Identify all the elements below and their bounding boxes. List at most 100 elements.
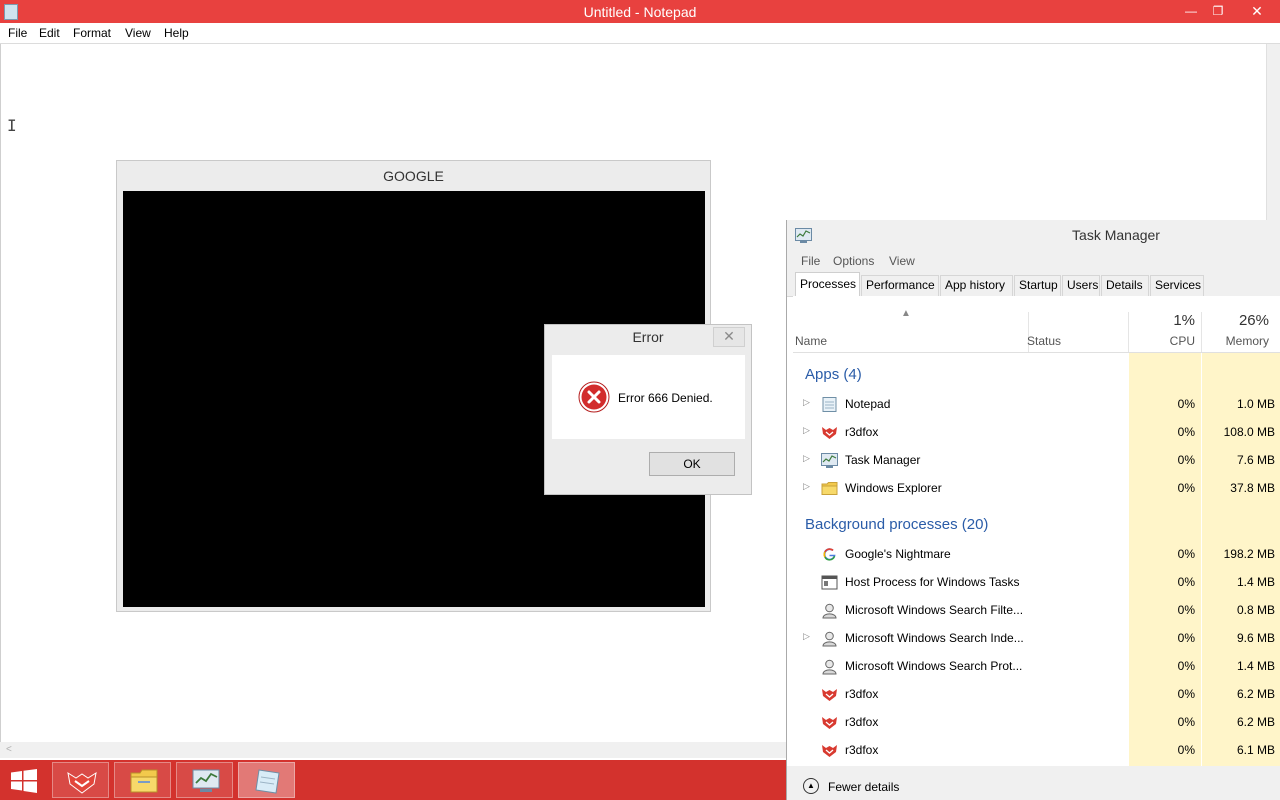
tab-details[interactable]: Details xyxy=(1101,275,1149,296)
file-explorer-icon xyxy=(130,769,158,793)
process-row[interactable]: Host Process for Windows Tasks 0% 1.4 MB xyxy=(793,568,1280,596)
scroll-left-icon[interactable]: < xyxy=(6,742,12,758)
cpu-total-percent[interactable]: 1% xyxy=(1133,312,1195,329)
taskbar xyxy=(0,760,786,800)
task-manager-icon xyxy=(192,769,220,792)
process-row[interactable]: ▷ r3dfox 0% 108.0 MB xyxy=(793,418,1280,446)
chevron-up-icon[interactable]: ▲ xyxy=(803,778,819,794)
ok-button[interactable]: OK xyxy=(649,452,735,476)
start-icon[interactable] xyxy=(10,769,38,793)
tm-menu-view[interactable]: View xyxy=(889,254,915,268)
process-name: Task Manager xyxy=(845,453,921,467)
process-row[interactable]: Microsoft Windows Search Prot... 0% 1.4 … xyxy=(793,652,1280,680)
process-cpu: 0% xyxy=(1177,575,1195,589)
expand-icon[interactable]: ▷ xyxy=(803,631,810,642)
taskbar-file-explorer-button[interactable] xyxy=(114,762,171,798)
process-row[interactable]: Microsoft Windows Search Filte... 0% 0.8… xyxy=(793,596,1280,624)
process-name: Microsoft Windows Search Inde... xyxy=(845,631,1024,645)
process-cpu: 0% xyxy=(1177,425,1195,439)
process-row[interactable]: ▷ Task Manager 0% 7.6 MB xyxy=(793,446,1280,474)
process-cpu: 0% xyxy=(1177,687,1195,701)
tab-processes[interactable]: Processes xyxy=(795,272,860,297)
process-memory: 108.0 MB xyxy=(1223,425,1275,439)
column-divider xyxy=(1201,312,1202,352)
process-name: Microsoft Windows Search Prot... xyxy=(845,659,1023,673)
search-user-icon xyxy=(822,631,837,647)
process-row[interactable]: Google's Nightmare 0% 198.2 MB xyxy=(793,540,1280,568)
column-header-memory[interactable]: Memory xyxy=(1205,334,1269,348)
tab-services[interactable]: Services xyxy=(1150,275,1204,296)
vertical-scrollbar[interactable] xyxy=(1266,44,1280,222)
window-title: Untitled - Notepad xyxy=(583,4,697,20)
expand-icon[interactable]: ▷ xyxy=(803,397,810,408)
process-memory: 9.6 MB xyxy=(1236,631,1275,645)
task-manager-menu-bar: File Options View xyxy=(787,250,1280,272)
process-memory: 1.0 MB xyxy=(1236,397,1275,411)
process-cpu: 0% xyxy=(1177,631,1195,645)
search-user-icon xyxy=(822,659,837,675)
horizontal-scrollbar[interactable]: < xyxy=(0,742,786,758)
tab-performance[interactable]: Performance xyxy=(861,275,939,296)
error-message: Error 666 Denied. xyxy=(618,391,713,405)
process-memory: 7.6 MB xyxy=(1236,453,1275,467)
task-manager-title-bar[interactable]: Task Manager xyxy=(787,220,1280,250)
minimize-button[interactable]: — xyxy=(1176,0,1206,23)
process-name: Host Process for Windows Tasks xyxy=(845,575,1020,589)
column-header-cpu[interactable]: CPU xyxy=(1133,334,1195,348)
process-name: Google's Nightmare xyxy=(845,547,951,561)
process-memory: 6.2 MB xyxy=(1236,715,1275,729)
process-memory: 37.8 MB xyxy=(1230,481,1275,495)
menu-view[interactable]: View xyxy=(125,26,151,40)
background-group-header: Background processes (20) xyxy=(805,516,989,533)
menu-edit[interactable]: Edit xyxy=(39,26,60,40)
process-cpu: 0% xyxy=(1177,743,1195,757)
process-memory: 198.2 MB xyxy=(1223,547,1275,561)
menu-help[interactable]: Help xyxy=(164,26,189,40)
process-memory: 1.4 MB xyxy=(1236,575,1275,589)
tab-app-history[interactable]: App history xyxy=(940,275,1013,296)
r3dfox-icon xyxy=(67,771,97,794)
column-header-name[interactable]: Name xyxy=(795,334,827,348)
menu-format[interactable]: Format xyxy=(73,26,111,40)
process-name: Windows Explorer xyxy=(845,481,942,495)
sort-up-icon[interactable]: ▲ xyxy=(901,308,911,319)
process-cpu: 0% xyxy=(1177,603,1195,617)
tab-startup[interactable]: Startup xyxy=(1014,275,1061,296)
process-name: r3dfox xyxy=(845,743,879,757)
memory-total-percent[interactable]: 26% xyxy=(1205,312,1269,329)
column-divider xyxy=(1128,312,1129,352)
process-row[interactable]: ▷ Notepad 0% 1.0 MB xyxy=(793,390,1280,418)
process-row[interactable]: ▷ Microsoft Windows Search Inde... 0% 9.… xyxy=(793,624,1280,652)
task-manager-window: Task Manager File Options View Processes… xyxy=(786,220,1280,800)
search-user-icon xyxy=(822,603,837,619)
menu-file[interactable]: File xyxy=(8,26,27,40)
taskbar-r3dfox-button[interactable] xyxy=(52,762,109,798)
process-row[interactable]: r3dfox 0% 6.2 MB xyxy=(793,680,1280,708)
expand-icon[interactable]: ▷ xyxy=(803,453,810,464)
expand-icon[interactable]: ▷ xyxy=(803,425,810,436)
google-icon xyxy=(823,548,836,561)
error-close-button[interactable]: ✕ xyxy=(713,327,745,347)
process-row[interactable]: r3dfox 0% 6.1 MB xyxy=(793,736,1280,764)
task-manager-footer: ▲ Fewer details xyxy=(787,766,1280,800)
google-window-title: GOOGLE xyxy=(383,168,444,184)
taskbar-notepad-button[interactable] xyxy=(238,762,295,798)
process-cpu: 0% xyxy=(1177,715,1195,729)
close-button[interactable]: ✕ xyxy=(1234,0,1280,23)
fewer-details-link[interactable]: Fewer details xyxy=(828,780,899,794)
restore-button[interactable]: ❐ xyxy=(1204,0,1232,23)
r3dfox-icon xyxy=(822,717,837,729)
notepad-menu-bar: File Edit Format View Help xyxy=(0,23,1280,44)
process-row[interactable]: ▷ Windows Explorer 0% 37.8 MB xyxy=(793,474,1280,502)
tm-menu-options[interactable]: Options xyxy=(833,254,874,268)
notepad-title-bar[interactable]: Untitled - Notepad — ❐ ✕ xyxy=(0,0,1280,23)
taskbar-task-manager-button[interactable] xyxy=(176,762,233,798)
r3dfox-icon xyxy=(822,427,837,439)
process-row[interactable]: r3dfox 0% 6.2 MB xyxy=(793,708,1280,736)
column-header-status[interactable]: Status xyxy=(1027,334,1061,348)
expand-icon[interactable]: ▷ xyxy=(803,481,810,492)
tm-menu-file[interactable]: File xyxy=(801,254,820,268)
tab-users[interactable]: Users xyxy=(1062,275,1100,296)
task-manager-title: Task Manager xyxy=(1072,227,1160,243)
apps-group-header: Apps (4) xyxy=(805,366,862,383)
